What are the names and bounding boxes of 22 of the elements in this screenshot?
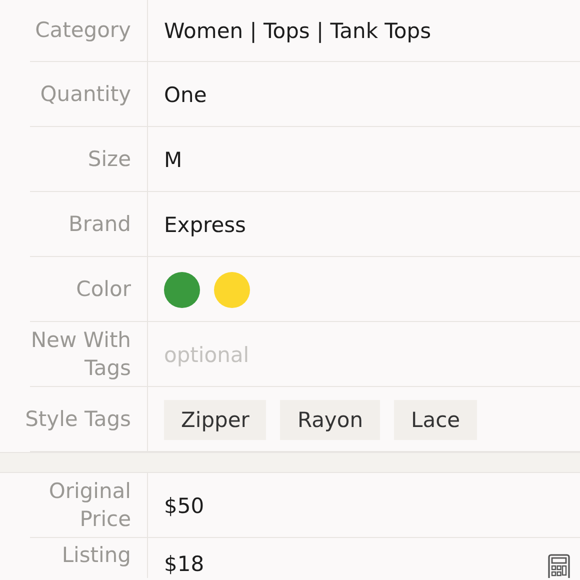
price-value[interactable]: $18	[164, 552, 204, 576]
field-label: Style Tags	[25, 406, 131, 433]
field-label: Listing	[62, 542, 131, 569]
field-label: Brand	[68, 210, 131, 238]
field-label: Original Price	[48, 478, 131, 532]
field-label: Color	[76, 276, 131, 303]
input-field[interactable]: optional	[164, 342, 414, 366]
field-label: Category	[35, 17, 131, 44]
price-value[interactable]: $50	[164, 494, 204, 518]
field-value[interactable]: Women | Tops | Tank Tops	[164, 19, 432, 43]
field-label: Quantity	[40, 80, 131, 108]
color-swatch[interactable]	[214, 272, 250, 308]
style-tag[interactable]: Zipper	[164, 400, 266, 440]
field-label: New With Tags	[30, 327, 131, 382]
style-tag[interactable]: Lace	[394, 400, 478, 440]
color-swatch[interactable]	[164, 272, 200, 308]
field-value[interactable]: Express	[164, 212, 246, 236]
calculator-icon[interactable]	[548, 554, 570, 578]
style-tag[interactable]: Rayon	[280, 400, 380, 440]
field-value[interactable]: One	[164, 82, 207, 106]
field-label: Size	[88, 146, 131, 173]
field-value[interactable]: M	[164, 148, 182, 172]
